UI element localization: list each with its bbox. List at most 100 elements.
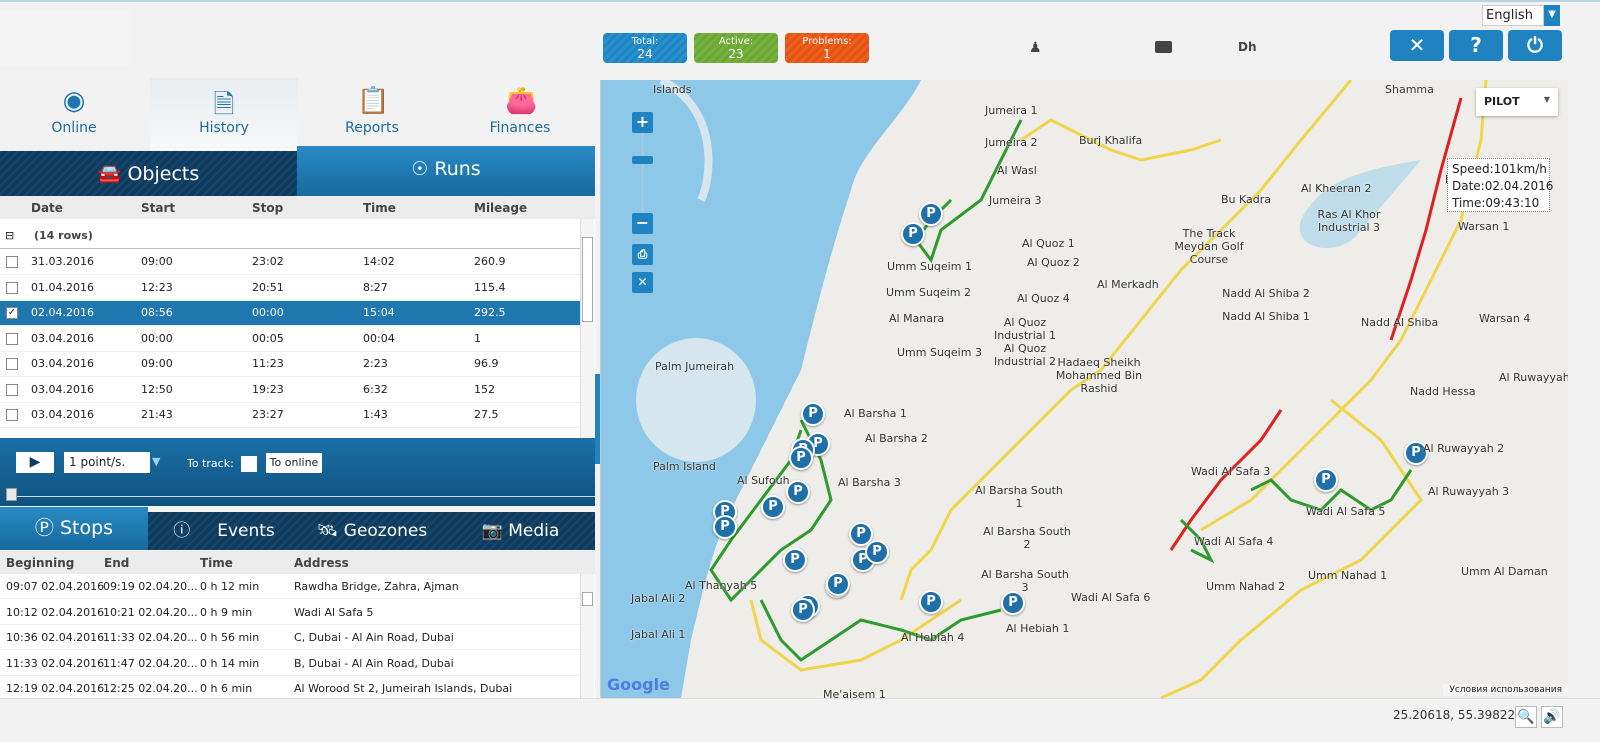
logout-button[interactable]: ⏻: [1508, 30, 1562, 61]
nav-online[interactable]: ◉ Online: [0, 78, 148, 152]
nav-finances[interactable]: 👛 Finances: [446, 78, 594, 152]
tab-events[interactable]: ⓘ Events: [150, 512, 298, 550]
tab-objects[interactable]: 🚘 Objects: [0, 151, 297, 197]
run-row[interactable]: 03.04.2016 00:00 00:05 00:04 1: [0, 326, 580, 352]
row-checkbox[interactable]: [6, 281, 18, 294]
progress-handle[interactable]: [6, 488, 17, 501]
speed-dropdown-icon[interactable]: ▼: [152, 455, 160, 468]
col-start[interactable]: Start: [141, 201, 175, 215]
tab-stops[interactable]: Ⓟ Stops: [0, 507, 148, 550]
tab-runs[interactable]: ☉ Runs: [297, 146, 595, 196]
col-mileage[interactable]: Mileage: [474, 201, 527, 215]
nav-label: History: [199, 120, 249, 136]
row-checkbox[interactable]: ✓: [6, 307, 18, 319]
progress-track[interactable]: [10, 496, 595, 497]
collapse-icon[interactable]: ⊟: [5, 229, 14, 242]
group-row[interactable]: ⊟ (14 rows): [0, 224, 580, 249]
stops-scrollbar[interactable]: [580, 574, 594, 698]
map-place-label: Jumeira 1: [985, 104, 1038, 117]
scroll-thumb[interactable]: [582, 237, 593, 322]
map-type-select[interactable]: PILOT ▼: [1476, 88, 1558, 116]
nav-history[interactable]: 🗎 History: [150, 78, 298, 152]
zoom-slider[interactable]: [641, 133, 644, 213]
terms-link[interactable]: Условия использования: [1443, 684, 1568, 696]
parking-marker[interactable]: P: [1314, 468, 1338, 492]
tab-geozones[interactable]: 🛰 Geozones: [298, 512, 446, 550]
map-place-label: Warsan 1: [1458, 220, 1510, 233]
parking-marker[interactable]: P: [789, 446, 813, 470]
speed-select[interactable]: 1 point/s.: [64, 452, 150, 473]
scroll-thumb[interactable]: [582, 592, 593, 606]
parking-marker[interactable]: P: [901, 222, 925, 246]
row-checkbox[interactable]: [6, 358, 18, 370]
search-button[interactable]: 🔍: [1515, 706, 1537, 728]
col-time[interactable]: Time: [363, 201, 396, 215]
zoom-out-button[interactable]: −: [632, 213, 653, 234]
col-beginning[interactable]: Beginning: [6, 556, 74, 570]
zoom-slider-handle[interactable]: [632, 156, 653, 164]
print-button[interactable]: ⎙: [632, 244, 653, 265]
parking-marker[interactable]: P: [865, 540, 889, 564]
map-place-label: Islands: [653, 83, 692, 96]
map[interactable]: PPPPPPPPPPPPPPPPPPPPPP IslandsJumeira 1J…: [600, 80, 1568, 698]
run-row[interactable]: 31.03.2016 09:00 23:02 14:02 260.9: [0, 250, 580, 275]
parking-marker[interactable]: P: [801, 402, 825, 426]
run-row[interactable]: 03.04.2016 21:43 23:27 1:43 27.5: [0, 403, 580, 428]
parking-marker[interactable]: P: [919, 202, 943, 226]
map-place-label: Umm Nahad 1: [1308, 569, 1388, 582]
run-row[interactable]: 03.04.2016 12:50 19:23 6:32 152: [0, 377, 580, 403]
stop-row[interactable]: 12:19 02.04.2016 12:25 02.04.20... 0 h 6 m…: [0, 676, 580, 698]
parking-marker[interactable]: P: [826, 572, 850, 596]
stop-row[interactable]: 10:36 02.04.2016 11:33 02.04.20... 0 h 56 …: [0, 625, 580, 650]
nav-reports[interactable]: 📋 Reports: [298, 78, 446, 152]
help-button[interactable]: ?: [1449, 30, 1503, 61]
col-stop[interactable]: Stop: [252, 201, 283, 215]
active-badge[interactable]: Active: 23: [694, 33, 778, 63]
col-address[interactable]: Address: [294, 556, 349, 570]
wallet-icon[interactable]: [1155, 41, 1172, 53]
total-label: Total:: [631, 36, 659, 47]
row-checkbox[interactable]: [6, 409, 18, 421]
map-place-label: Al Manara: [889, 312, 945, 325]
row-checkbox[interactable]: [6, 332, 18, 345]
total-badge[interactable]: Total: 24: [603, 33, 687, 63]
parking-icon: Ⓟ: [34, 517, 54, 539]
row-checkbox[interactable]: [6, 256, 18, 268]
run-row[interactable]: ✓ 02.04.2016 08:56 00:00 15:04 292.5: [0, 301, 580, 326]
parking-marker[interactable]: P: [783, 548, 807, 572]
row-checkbox[interactable]: [6, 383, 18, 396]
run-row[interactable]: 01.04.2016 12:23 20:51 8:27 115.4: [0, 275, 580, 301]
col-end[interactable]: End: [104, 556, 129, 570]
google-logo: Google: [607, 675, 670, 694]
stop-row[interactable]: 10:12 02.04.2016 10:21 02.04.20... 0 h 9 m…: [0, 599, 580, 625]
parking-marker[interactable]: P: [1001, 591, 1025, 615]
language-dropdown-icon[interactable]: ▼: [1544, 5, 1560, 26]
runs-scrollbar[interactable]: [580, 219, 594, 438]
stop-row[interactable]: 09:07 02.04.2016 09:19 02.04.20... 0 h 12 …: [0, 574, 580, 599]
parking-marker[interactable]: P: [791, 598, 815, 622]
language-select[interactable]: English: [1482, 5, 1544, 26]
to-track-checkbox[interactable]: [241, 456, 257, 472]
run-row[interactable]: 03.04.2016 09:00 11:23 2:23 96.9: [0, 352, 580, 377]
cell-time: 15:04: [363, 306, 395, 319]
col-time[interactable]: Time: [200, 556, 233, 570]
parking-marker[interactable]: P: [761, 495, 785, 519]
cell-end: 11:47 02.04.20...: [103, 656, 198, 670]
map-place-label: Umm Suqeim 2: [886, 286, 971, 299]
map-tools-button[interactable]: ✕: [632, 272, 653, 293]
map-place-label: Jumeira 2: [985, 136, 1038, 149]
map-place-label: Al Barsha South 2: [983, 525, 1071, 551]
stop-row[interactable]: 11:33 02.04.2016 11:47 02.04.20... 0 h 14 …: [0, 650, 580, 676]
col-date[interactable]: Date: [31, 201, 63, 215]
play-button[interactable]: ▶: [16, 452, 54, 473]
to-online-button[interactable]: To online: [266, 453, 322, 473]
sound-button[interactable]: 🔊: [1541, 706, 1563, 728]
zoom-in-button[interactable]: +: [632, 112, 653, 133]
settings-button[interactable]: ✕: [1390, 30, 1444, 61]
cell-address: Rawdha Bridge, Zahra, Ajman: [294, 580, 459, 593]
tab-media[interactable]: 📷 Media: [446, 512, 595, 550]
user-icon[interactable]: ♟: [1029, 40, 1042, 56]
parking-marker[interactable]: P: [919, 590, 943, 614]
parking-marker[interactable]: P: [713, 515, 737, 539]
problems-badge[interactable]: Problems: 1: [785, 33, 869, 63]
